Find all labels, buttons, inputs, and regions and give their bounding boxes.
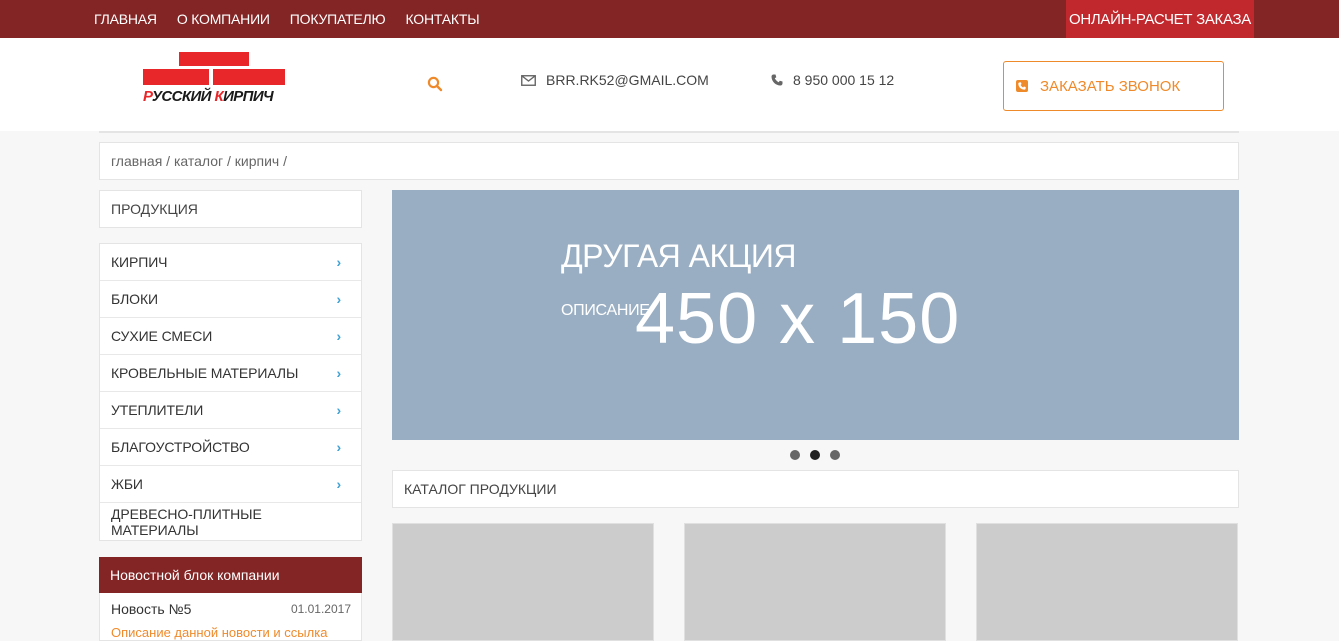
header-divider	[99, 131, 1239, 133]
top-nav: ГЛАВНАЯ О КОМПАНИИ ПОКУПАТЕЛЮ КОНТАКТЫ	[94, 0, 499, 38]
sidebar-item-label: ДРЕВЕСНО-ПЛИТНЫЕ МАТЕРИАЛЫ	[111, 505, 262, 538]
slider-dots	[790, 450, 850, 460]
sidebar-item-label: СУХИЕ СМЕСИ	[111, 328, 213, 344]
product-card[interactable]	[392, 523, 654, 641]
phone-icon	[771, 74, 783, 86]
product-card[interactable]	[976, 523, 1238, 641]
sidebar-item-wood-panels[interactable]: ДРЕВЕСНО-ПЛИТНЫЕ МАТЕРИАЛЫ	[100, 503, 361, 540]
chevron-right-icon: ›	[336, 328, 341, 344]
banner-description: ОПИСАНИЕ	[561, 302, 650, 319]
slider-dot[interactable]	[830, 450, 840, 460]
sidebar-item-landscaping[interactable]: БЛАГОУСТРОЙСТВО ›	[100, 429, 361, 466]
news-link[interactable]: Описание данной новости и ссылка	[111, 625, 351, 640]
sidebar-item-label: ЖБИ	[111, 476, 143, 492]
nav-about[interactable]: О КОМПАНИИ	[177, 11, 270, 27]
chevron-right-icon: ›	[336, 402, 341, 418]
logo-letter: Р	[143, 88, 152, 105]
header-email[interactable]: BRR.RK52@GMAIL.COM	[521, 72, 709, 88]
sidebar-item-roofing[interactable]: КРОВЕЛЬНЫЕ МАТЕРИАЛЫ ›	[100, 355, 361, 392]
logo-brick	[143, 69, 209, 85]
header-phone[interactable]: 8 950 000 15 12	[771, 72, 894, 88]
sidebar-item-label: КРОВЕЛЬНЫЕ МАТЕРИАЛЫ	[111, 365, 299, 381]
sidebar-title: ПРОДУКЦИЯ	[99, 190, 362, 228]
email-text: BRR.RK52@GMAIL.COM	[546, 72, 709, 88]
callback-label: ЗАКАЗАТЬ ЗВОНОК	[1040, 77, 1181, 95]
nav-home[interactable]: ГЛАВНАЯ	[94, 11, 157, 27]
envelope-icon	[521, 74, 536, 86]
chevron-right-icon: ›	[336, 439, 341, 455]
sidebar-item-label: БЛАГОУСТРОЙСТВО	[111, 439, 250, 455]
sidebar-item-blocks[interactable]: БЛОКИ ›	[100, 281, 361, 318]
logo-letter: К	[214, 88, 224, 105]
breadcrumb[interactable]: главная / каталог / кирпич /	[99, 142, 1239, 180]
catalog-title: КАТАЛОГ ПРОДУКЦИИ	[392, 470, 1239, 508]
promo-banner[interactable]: 450 x 150 ДРУГАЯ АКЦИЯ ОПИСАНИЕ	[392, 190, 1239, 440]
category-list: КИРПИЧ › БЛОКИ › СУХИЕ СМЕСИ › КРОВЕЛЬНЫЕ М…	[99, 243, 362, 541]
banner-title: ДРУГАЯ АКЦИЯ	[561, 238, 796, 274]
news-title: Новость №5	[111, 601, 192, 617]
product-card[interactable]	[684, 523, 946, 641]
callback-button[interactable]: ЗАКАЗАТЬ ЗВОНОК	[1003, 61, 1224, 111]
sidebar-item-insulation[interactable]: УТЕПЛИТЕЛИ ›	[100, 392, 361, 429]
sidebar-item-concrete[interactable]: ЖБИ ›	[100, 466, 361, 503]
banner-placeholder-size: 450 x 150	[635, 279, 961, 359]
news-block: Новость №5 01.01.2017 Описание данной но…	[99, 593, 362, 641]
chevron-right-icon: ›	[336, 476, 341, 492]
logo[interactable]: РУССКИЙ КИРПИЧ	[143, 52, 285, 108]
logo-text: РУССКИЙ КИРПИЧ	[143, 88, 285, 105]
logo-brick	[213, 69, 285, 85]
news-block-title: Новостной блок компании	[99, 557, 362, 593]
chevron-right-icon: ›	[336, 254, 341, 270]
chevron-right-icon: ›	[336, 365, 341, 381]
slider-dot[interactable]	[790, 450, 800, 460]
logo-brick	[179, 52, 249, 66]
sidebar-item-bricks[interactable]: КИРПИЧ ›	[100, 244, 361, 281]
sidebar-item-dry-mixes[interactable]: СУХИЕ СМЕСИ ›	[100, 318, 361, 355]
news-item[interactable]: Новость №5 01.01.2017	[111, 601, 351, 617]
sidebar-item-label: БЛОКИ	[111, 291, 158, 307]
chevron-right-icon: ›	[336, 291, 341, 307]
sidebar-item-label: УТЕПЛИТЕЛИ	[111, 402, 204, 418]
logo-word: УССКИЙ	[151, 88, 215, 105]
phone-text: 8 950 000 15 12	[793, 72, 895, 88]
nav-customers[interactable]: ПОКУПАТЕЛЮ	[290, 11, 386, 27]
search-icon[interactable]	[427, 76, 443, 92]
nav-contacts[interactable]: КОНТАКТЫ	[405, 11, 479, 27]
sidebar-item-label: КИРПИЧ	[111, 254, 168, 270]
online-order-button[interactable]: ОНЛАЙН-РАСЧЕТ ЗАКАЗА	[1066, 0, 1254, 38]
news-date: 01.01.2017	[290, 602, 351, 616]
slider-dot-active[interactable]	[810, 450, 820, 460]
phone-square-icon	[1016, 80, 1028, 92]
logo-word: ИРПИЧ	[223, 88, 274, 105]
